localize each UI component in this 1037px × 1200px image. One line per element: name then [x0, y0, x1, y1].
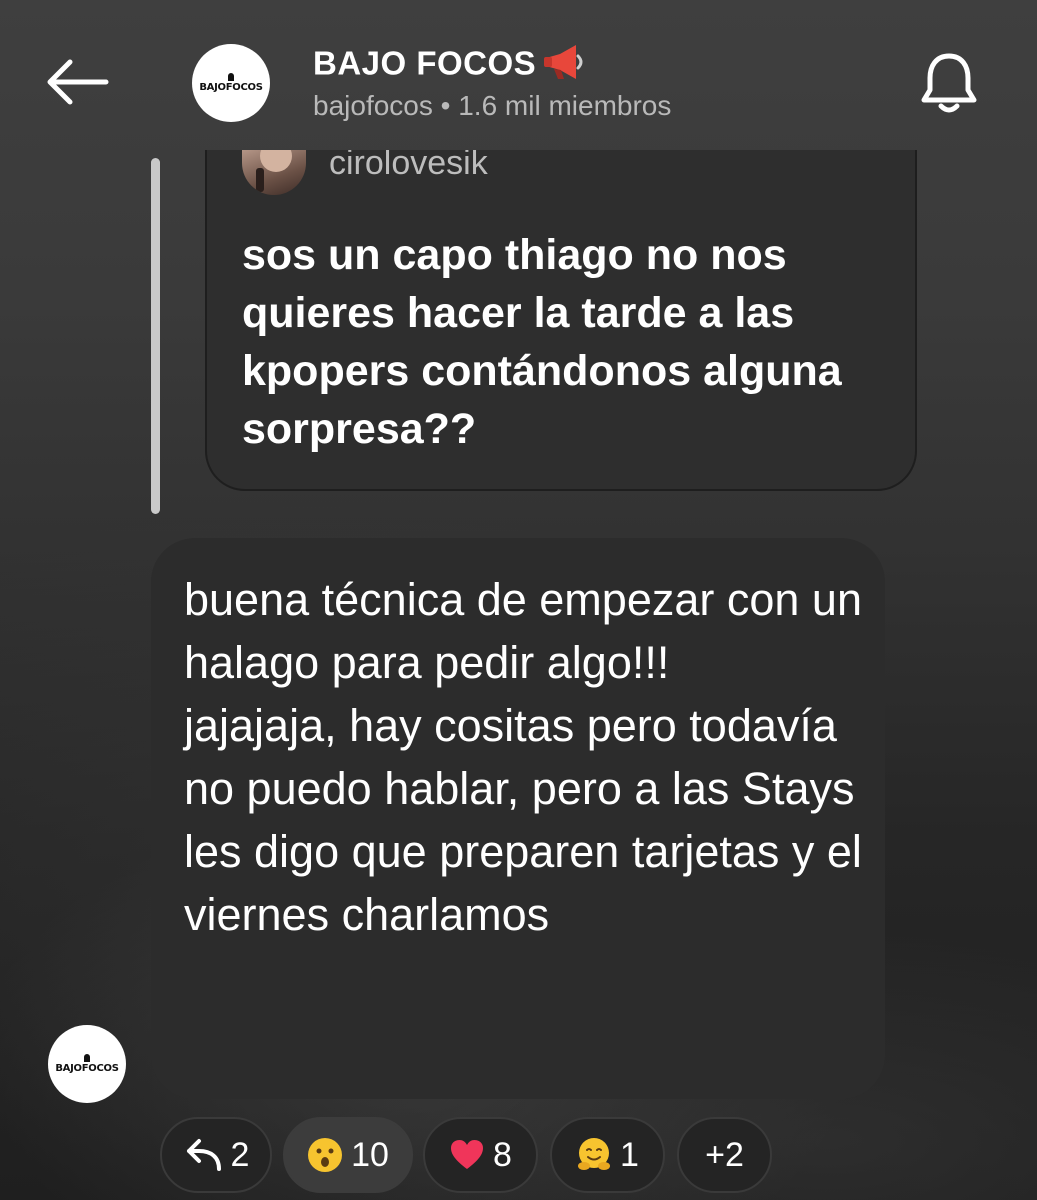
back-button[interactable]	[40, 52, 112, 112]
channel-header: BAJOFOCOS BAJO FOCOS bajofocos • 1.6 mil…	[0, 0, 1037, 150]
reply-count-pill[interactable]: 2	[160, 1117, 272, 1193]
reaction-heart[interactable]: 8	[423, 1117, 538, 1193]
reply-icon	[186, 1139, 221, 1171]
message-text: buena técnica de empezar con un halago p…	[184, 574, 862, 940]
reaction-surprised[interactable]: 10	[283, 1117, 413, 1193]
surprised-face-icon	[308, 1138, 343, 1172]
logo-figure-icon	[84, 1054, 90, 1062]
logo-figure-icon	[228, 73, 234, 81]
channel-name-text: BAJO FOCOS	[313, 44, 537, 82]
reactions-row: 2 10 8 1 +2	[160, 1117, 780, 1193]
heart-icon	[451, 1140, 484, 1169]
sender-avatar[interactable]: BAJOFOCOS	[48, 1025, 126, 1103]
channel-logo-text: BAJOFOCOS	[199, 82, 263, 93]
quoted-message[interactable]: cirolovesik sos un capo thiago no nos qu…	[205, 150, 917, 491]
megaphone-icon	[542, 42, 586, 90]
thread-line	[151, 158, 160, 514]
more-reactions-pill[interactable]: +2	[677, 1117, 772, 1193]
more-reactions-label: +2	[705, 1135, 744, 1174]
channel-title[interactable]: BAJO FOCOS	[313, 42, 586, 90]
notifications-button[interactable]	[918, 50, 980, 116]
channel-avatar[interactable]: BAJOFOCOS	[192, 44, 270, 122]
quoted-user-avatar	[242, 150, 306, 195]
reaction-count: 10	[351, 1135, 389, 1174]
bell-icon	[921, 53, 977, 113]
quoted-username: cirolovesik	[329, 150, 488, 182]
reply-count: 2	[230, 1135, 250, 1174]
hugging-face-icon	[578, 1138, 611, 1170]
reaction-hugging[interactable]: 1	[550, 1117, 665, 1193]
quoted-text: sos un capo thiago no nos quieres hacer …	[242, 231, 842, 453]
reaction-count: 1	[620, 1135, 639, 1174]
channel-subtitle: bajofocos • 1.6 mil miembros	[313, 90, 672, 121]
reaction-count: 8	[493, 1135, 512, 1174]
message-bubble[interactable]: buena técnica de empezar con un halago p…	[151, 538, 885, 1099]
sender-logo-text: BAJOFOCOS	[55, 1063, 119, 1074]
back-arrow-icon	[47, 59, 109, 105]
